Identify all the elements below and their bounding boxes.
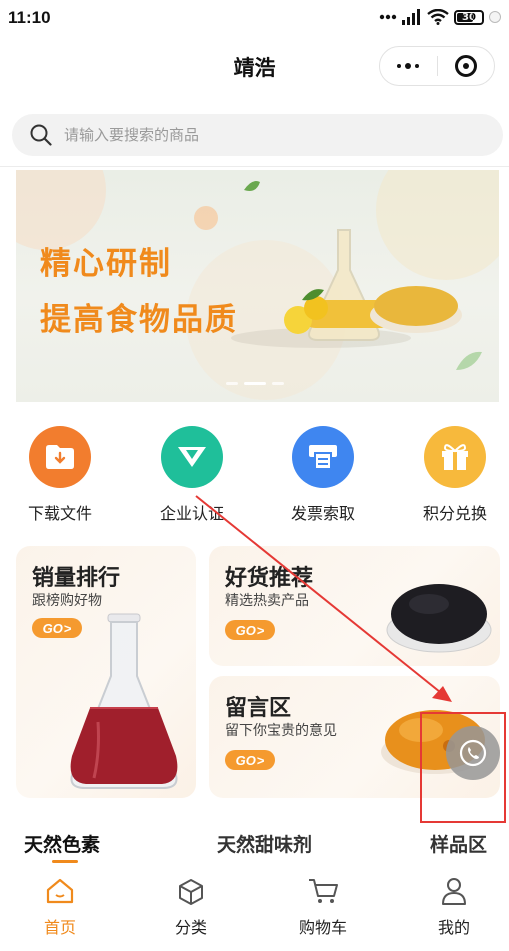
banner-illustration: [16, 170, 499, 400]
battery-icon: 30: [454, 9, 484, 25]
active-tab-indicator: [52, 860, 78, 863]
battery-level: 30: [462, 11, 476, 23]
signal-bars-icon: [402, 9, 420, 25]
quick-link-download[interactable]: 下载文件: [5, 422, 115, 524]
category-tabs: 天然色素 天然甜味剂 样品区: [0, 822, 509, 863]
tab-label: 首页: [43, 918, 76, 937]
folder-download-icon: [29, 426, 91, 488]
header-divider: [0, 166, 509, 167]
invoice-printer-icon: [292, 426, 354, 488]
sales-ranking-card[interactable]: 销量排行 跟榜购好物 GO: [16, 546, 196, 798]
category-tab-natural-pigment[interactable]: 天然色素: [24, 830, 100, 857]
home-icon: [15, 876, 105, 906]
target-circle-icon: [454, 55, 477, 77]
quick-link-label: 积分兑换: [422, 504, 487, 523]
card-title: 销量排行: [32, 566, 121, 591]
wifi-icon: [427, 9, 449, 25]
category-tab-sample[interactable]: 样品区: [430, 830, 487, 857]
tab-label: 购物车: [298, 918, 347, 937]
banner-carousel[interactable]: 精心研制 提高食物品质: [16, 170, 499, 402]
banner-headline: 精心研制: [40, 246, 172, 282]
user-icon: [409, 876, 499, 906]
cart-icon: [278, 876, 368, 906]
signal-dots-icon: [379, 14, 397, 20]
v-badge-icon: [161, 426, 223, 488]
black-powder-image: [386, 584, 492, 653]
quick-link-points[interactable]: 积分兑换: [400, 422, 509, 524]
annotation-highlight-box: [420, 712, 506, 823]
quick-links: 下载文件 企业认证 发票索取 积分兑换: [0, 422, 509, 532]
card-subtitle: 跟榜购好物: [32, 593, 102, 609]
flask-image: [70, 613, 178, 789]
tab-cart[interactable]: 购物车: [278, 876, 368, 938]
card-title: 好货推荐: [225, 566, 314, 591]
search-bar[interactable]: [12, 114, 503, 156]
category-tab-natural-sweetener[interactable]: 天然甜味剂: [217, 830, 312, 857]
mini-program-capsule: [379, 46, 495, 86]
quick-link-label: 企业认证: [159, 504, 224, 523]
bottom-tab-bar: 首页 分类 购物车 我的: [0, 866, 509, 951]
card-subtitle: 留下你宝贵的意见: [225, 723, 337, 739]
tab-profile[interactable]: 我的: [409, 876, 499, 938]
recommend-card[interactable]: 好货推荐 精选热卖产品 GO: [209, 546, 500, 666]
category-box-icon: [146, 876, 236, 906]
more-dots-icon: [397, 63, 420, 69]
charging-icon: [489, 11, 501, 23]
search-input[interactable]: [64, 126, 444, 144]
quick-link-label: 下载文件: [27, 504, 92, 523]
tab-category[interactable]: 分类: [146, 876, 236, 938]
banner-subheadline: 提高食物品质: [40, 302, 238, 338]
gift-icon: [424, 426, 486, 488]
status-icons: 30: [379, 9, 501, 25]
carousel-indicator: [226, 382, 284, 385]
status-time: 11:10: [8, 8, 51, 27]
quick-link-invoice[interactable]: 发票索取: [268, 422, 378, 524]
quick-link-certification[interactable]: 企业认证: [137, 422, 247, 524]
tab-label: 我的: [437, 918, 470, 937]
card-title: 留言区: [225, 696, 292, 721]
go-button[interactable]: GO: [225, 750, 275, 770]
more-button[interactable]: [380, 47, 437, 85]
tab-home[interactable]: 首页: [15, 876, 105, 938]
close-button[interactable]: [438, 47, 495, 85]
search-icon: [30, 124, 52, 146]
status-bar: 11:10 30: [0, 0, 509, 36]
card-subtitle: 精选热卖产品: [225, 593, 309, 609]
nav-bar: 靖浩: [0, 36, 509, 98]
go-button[interactable]: GO: [225, 620, 275, 640]
quick-link-label: 发票索取: [290, 504, 355, 523]
tab-label: 分类: [174, 918, 207, 937]
